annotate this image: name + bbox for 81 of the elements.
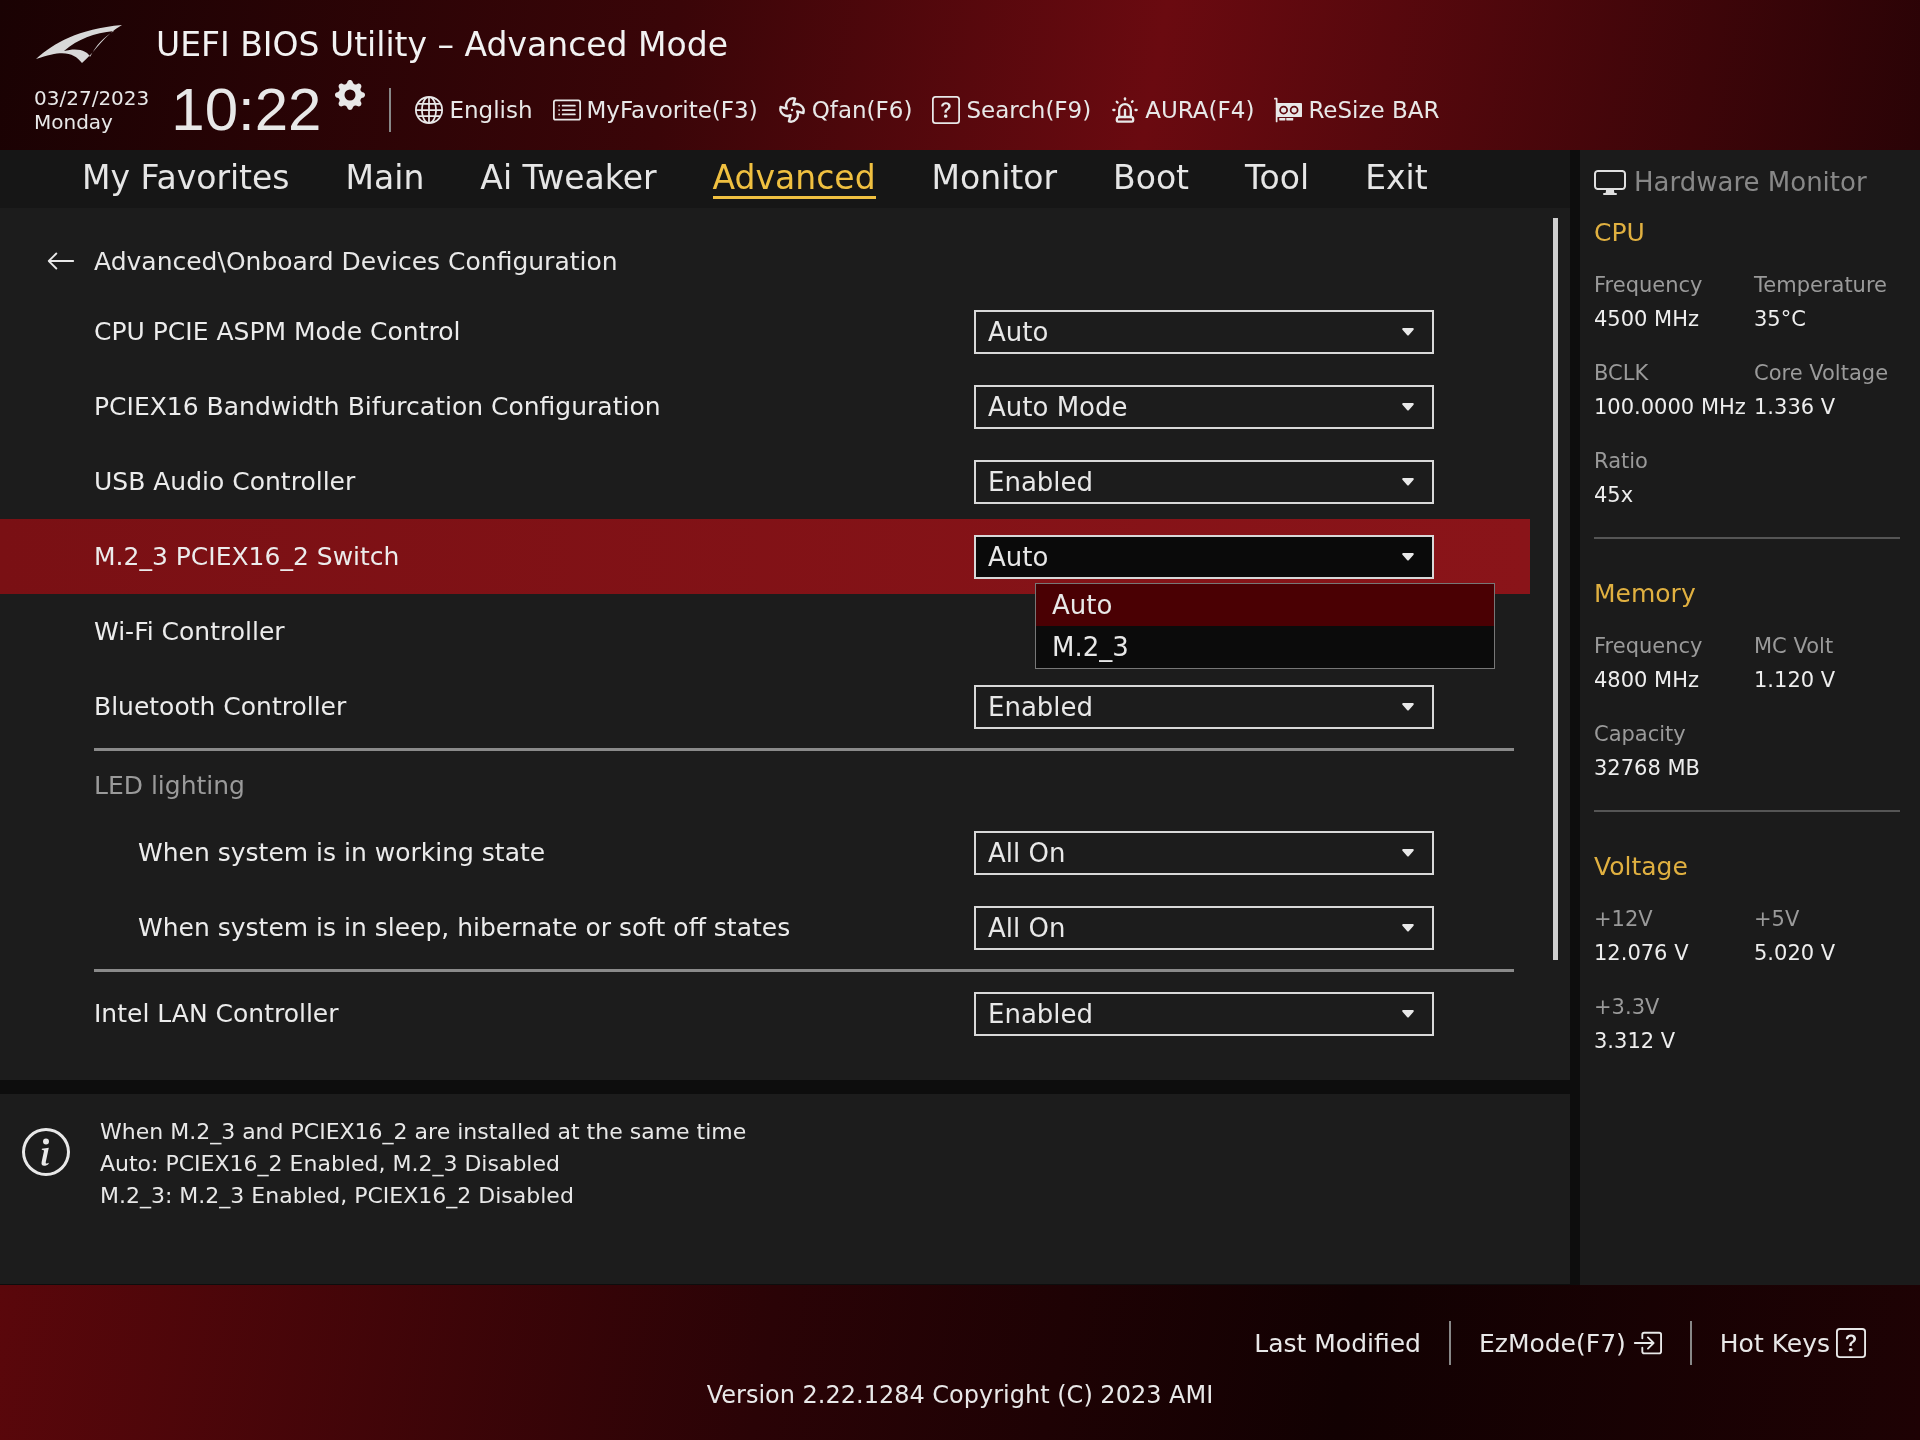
graphics-card-icon: [1274, 96, 1303, 124]
help-icon: [1836, 1328, 1866, 1358]
panel-title: Hardware Monitor: [1634, 167, 1867, 197]
reading-value: 1.120 V: [1754, 668, 1837, 692]
reading-label: Capacity: [1594, 722, 1687, 746]
menu-tab[interactable]: Boot: [1113, 158, 1190, 200]
menu-tab[interactable]: Exit: [1365, 158, 1428, 200]
date-text: 03/27/2023: [34, 86, 150, 110]
group-title: Memory: [1594, 579, 1697, 608]
settings-icon[interactable]: [335, 80, 366, 110]
setting-label: When system is in sleep, hibernate or soft off states: [138, 913, 791, 942]
toolbar-button[interactable]: Search(F9): [932, 96, 1092, 124]
toolbar-button[interactable]: MyFavorite(F3): [552, 96, 758, 124]
reading-label: +5V: [1754, 907, 1801, 931]
reading-value: 4800 MHz: [1594, 668, 1701, 692]
menu-option[interactable]: M.2_3: [1036, 626, 1494, 668]
help-text: M.2_3: M.2_3 Enabled, PCIEX16_2 Disabled: [100, 1182, 575, 1211]
setting-label: CPU PCIE ASPM Mode Control: [94, 317, 461, 346]
setting-label: USB Audio Controller: [94, 467, 356, 496]
reading-value: 1.336 V: [1754, 395, 1837, 419]
setting-label: M.2_3 PCIEX16_2 Switch: [94, 542, 400, 571]
version-text: Version 2.22.1284 Copyright (C) 2023 AMI: [706, 1381, 1214, 1409]
reading-label: BCLK: [1594, 361, 1650, 385]
dropdown-field[interactable]: Auto Mode: [974, 384, 1434, 429]
menu-tab[interactable]: Tool: [1245, 158, 1310, 200]
group-title: Voltage: [1594, 852, 1689, 881]
globe-icon: [415, 96, 444, 124]
reading-value: 100.0000 MHz: [1594, 395, 1747, 419]
dropdown-field[interactable]: Auto: [974, 309, 1434, 354]
reading-value: 3.312 V: [1594, 1029, 1677, 1053]
reading-value: 5.020 V: [1754, 941, 1837, 965]
reading-value: 35°C: [1754, 307, 1807, 331]
breadcrumb-path: Advanced\Onboard Devices Configuration: [94, 246, 618, 276]
dropdown-field[interactable]: Enabled: [974, 459, 1434, 504]
section-heading: LED lighting: [93, 769, 246, 802]
toolbar-button[interactable]: Qfan(F6): [777, 96, 913, 124]
reading-label: Ratio: [1594, 449, 1649, 473]
setting-label: When system is in working state: [138, 838, 546, 867]
menu-tab[interactable]: Ai Tweaker: [480, 158, 657, 200]
fan-icon: [777, 96, 806, 124]
setting-label: Bluetooth Controller: [94, 692, 347, 721]
toolbar-button[interactable]: English: [415, 96, 533, 124]
clock-time: 10:22: [171, 80, 322, 140]
footer-button[interactable]: Last Modified: [1226, 1328, 1449, 1358]
footer-button[interactable]: EzMode(F7): [1450, 1328, 1690, 1358]
menu-tab[interactable]: Monitor: [931, 158, 1058, 200]
dropdown-field[interactable]: Enabled: [974, 991, 1434, 1036]
reading-value: 32768 MB: [1594, 756, 1701, 780]
menu-tab[interactable]: Advanced: [712, 158, 876, 200]
reading-label: Frequency: [1594, 634, 1704, 658]
menu-tab[interactable]: My Favorites: [82, 158, 290, 200]
scrollbar[interactable]: [1553, 218, 1558, 960]
setting-label: PCIEX16 Bandwidth Bifurcation Configuration: [94, 392, 661, 421]
search-icon: [932, 96, 961, 124]
reading-label: Core Voltage: [1754, 361, 1890, 385]
dropdown-field[interactable]: All On: [974, 830, 1434, 875]
setting-label: Wi-Fi Controller: [94, 617, 285, 646]
weekday-text: Monday: [34, 110, 114, 134]
info-icon: [22, 1128, 70, 1176]
dropdown-field[interactable]: Auto: [974, 534, 1434, 579]
light-icon: [1111, 96, 1140, 124]
reading-value: 45x: [1594, 483, 1635, 507]
reading-label: Frequency: [1594, 273, 1704, 297]
reading-value: 12.076 V: [1594, 941, 1690, 965]
toolbar-button[interactable]: ReSize BAR: [1274, 96, 1440, 124]
menu-tab[interactable]: Main: [345, 158, 425, 200]
help-text: Auto: PCIEX16_2 Enabled, M.2_3 Disabled: [100, 1150, 561, 1179]
reading-label: +3.3V: [1594, 995, 1661, 1019]
reading-label: Temperature: [1754, 273, 1889, 297]
window-title: UEFI BIOS Utility – Advanced Mode: [156, 24, 728, 64]
group-title: CPU: [1594, 218, 1646, 247]
menu-option[interactable]: Auto: [1036, 584, 1494, 626]
setting-label: Intel LAN Controller: [94, 999, 339, 1028]
reading-label: +12V: [1594, 907, 1654, 931]
help-text: When M.2_3 and PCIEX16_2 are installed at the same time: [100, 1118, 747, 1147]
toolbar-button[interactable]: AURA(F4): [1111, 96, 1255, 124]
footer-button[interactable]: Hot Keys: [1691, 1328, 1894, 1358]
reading-value: 4500 MHz: [1594, 307, 1701, 331]
dropdown-field[interactable]: Enabled: [974, 684, 1434, 729]
dropdown-field[interactable]: All On: [974, 905, 1434, 950]
reading-label: MC Volt: [1754, 634, 1835, 658]
